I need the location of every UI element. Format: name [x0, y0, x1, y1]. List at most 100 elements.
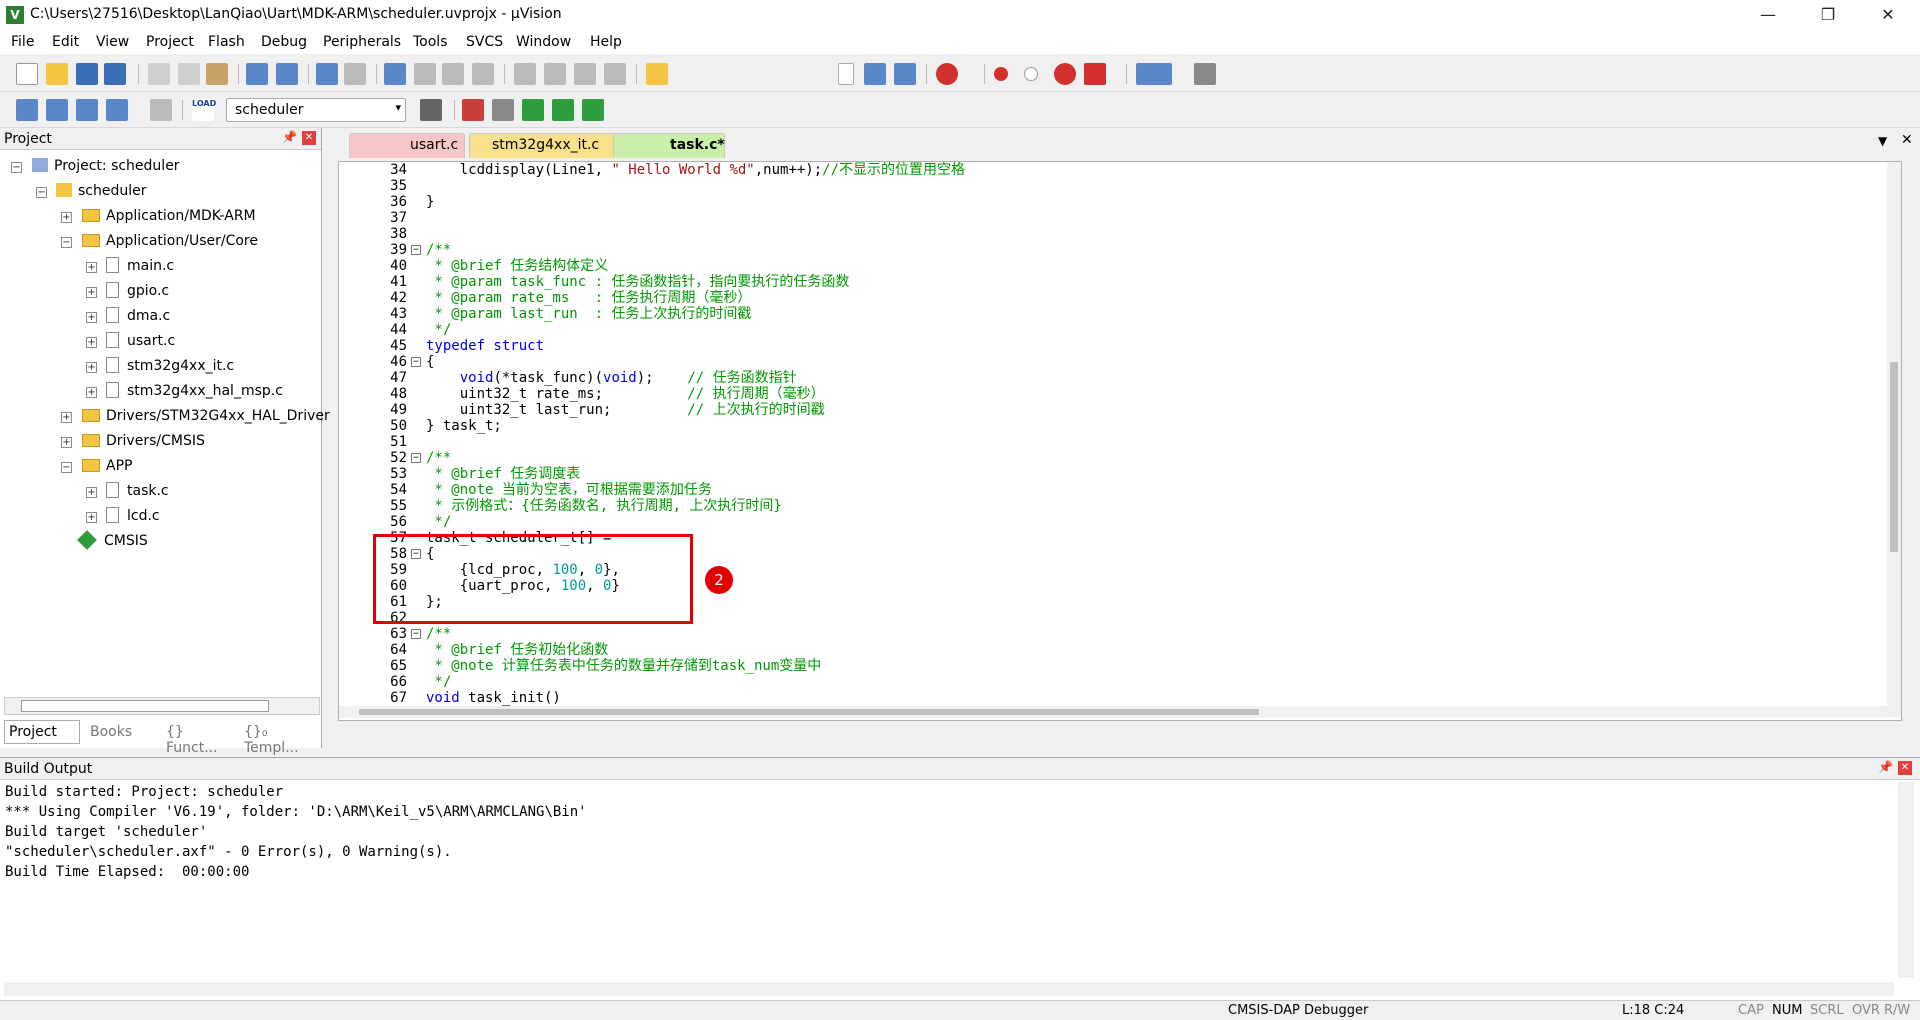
redo-icon[interactable] [276, 63, 298, 85]
close-pane-icon[interactable]: ✕ [1898, 761, 1912, 775]
save-icon[interactable] [76, 63, 98, 85]
indent-icon[interactable] [514, 63, 536, 85]
tab-list-dropdown-icon[interactable]: ▼ [1878, 134, 1887, 148]
tab-project[interactable]: Project [4, 720, 80, 744]
expand-icon[interactable]: + [86, 287, 97, 298]
tree-group-app[interactable]: APP [82, 456, 132, 476]
tree-project-root[interactable]: Project: scheduler [32, 156, 180, 176]
menu-file[interactable]: File [11, 34, 34, 50]
file-extensions-icon[interactable] [492, 99, 514, 121]
close-editor-icon[interactable]: ✕ [1901, 132, 1913, 148]
expand-icon[interactable]: + [86, 362, 97, 373]
tab-task-c[interactable]: task.c* [613, 133, 725, 158]
tree-file-usart[interactable]: usart.c [106, 331, 175, 351]
breakpoint-icon[interactable] [994, 67, 1008, 81]
paste-icon[interactable] [206, 63, 228, 85]
expand-icon[interactable]: + [86, 487, 97, 498]
expand-icon[interactable]: + [86, 312, 97, 323]
configure-icon[interactable] [1194, 63, 1216, 85]
unindent-icon[interactable] [544, 63, 566, 85]
collapse-icon[interactable]: − [61, 462, 72, 473]
pin-icon[interactable]: 📌 [282, 130, 297, 144]
find-combo-dropdown[interactable] [838, 63, 854, 85]
tree-file-it[interactable]: stm32g4xx_it.c [106, 356, 234, 376]
fold-toggle-icon[interactable]: − [411, 629, 421, 639]
window-layout-icon[interactable] [1136, 63, 1172, 85]
project-horizontal-scrollbar[interactable] [4, 697, 320, 715]
editor-horizontal-scrollbar[interactable] [339, 706, 1887, 718]
fold-toggle-icon[interactable]: − [411, 357, 421, 367]
incremental-find-icon[interactable] [894, 63, 916, 85]
menu-debug[interactable]: Debug [261, 34, 307, 50]
next-bookmark-icon[interactable] [442, 63, 464, 85]
uncomment-icon[interactable] [604, 63, 626, 85]
clear-bookmarks-icon[interactable] [472, 63, 494, 85]
rebuild-icon[interactable] [76, 99, 98, 121]
copy-icon[interactable] [178, 63, 200, 85]
cut-icon[interactable] [148, 63, 170, 85]
stop-build-icon[interactable] [150, 99, 172, 121]
menu-tools[interactable]: Tools [413, 34, 448, 50]
menu-flash[interactable]: Flash [208, 34, 245, 50]
navigate-forward-icon[interactable] [344, 63, 366, 85]
tab-stm32g4xx-it-c[interactable]: stm32g4xx_it.c [469, 133, 617, 158]
disable-breakpoint-icon[interactable] [1024, 67, 1038, 81]
rte-icon[interactable] [522, 99, 544, 121]
find-icon[interactable] [864, 63, 886, 85]
collapse-icon[interactable]: − [36, 187, 47, 198]
tree-file-hal-msp[interactable]: stm32g4xx_hal_msp.c [106, 381, 283, 401]
find-in-files-icon[interactable] [646, 63, 668, 85]
collapse-icon[interactable]: − [61, 237, 72, 248]
open-folder-icon[interactable] [46, 63, 68, 85]
tree-group-mdk-arm[interactable]: Application/MDK-ARM [82, 206, 256, 226]
expand-icon[interactable]: + [86, 387, 97, 398]
select-software-packs-icon[interactable] [582, 99, 604, 121]
tree-group-user-core[interactable]: Application/User/Core [82, 231, 258, 251]
batch-build-icon[interactable] [106, 99, 128, 121]
expand-icon[interactable]: + [86, 262, 97, 273]
pin-icon[interactable]: 📌 [1878, 760, 1893, 774]
scrollbar-thumb[interactable] [21, 700, 269, 712]
close-window-button[interactable]: ✕ [1862, 0, 1914, 30]
target-select[interactable]: scheduler ▾ [226, 98, 406, 122]
expand-icon[interactable]: + [86, 337, 97, 348]
breakpoint-settings-icon[interactable] [1084, 63, 1106, 85]
save-all-icon[interactable] [104, 63, 126, 85]
expand-icon[interactable]: + [86, 512, 97, 523]
pack-installer-icon[interactable] [552, 99, 574, 121]
menu-peripherals[interactable]: Peripherals [323, 34, 401, 50]
tab-books[interactable]: Books [86, 722, 158, 744]
new-file-icon[interactable] [16, 63, 38, 85]
menu-edit[interactable]: Edit [52, 34, 79, 50]
build-vertical-scrollbar[interactable] [1898, 782, 1914, 978]
tree-file-task[interactable]: task.c [106, 481, 169, 501]
tree-group-drivers-cmsis[interactable]: Drivers/CMSIS [82, 431, 205, 451]
tree-target[interactable]: scheduler [56, 181, 147, 201]
fold-toggle-icon[interactable]: − [411, 453, 421, 463]
manage-components-icon[interactable] [462, 99, 484, 121]
expand-icon[interactable]: + [61, 212, 72, 223]
navigate-back-icon[interactable] [316, 63, 338, 85]
close-pane-icon[interactable]: ✕ [302, 131, 316, 145]
scrollbar-thumb[interactable] [359, 709, 1259, 715]
menu-help[interactable]: Help [590, 34, 622, 50]
menu-project[interactable]: Project [146, 34, 194, 50]
tree-group-hal-driver[interactable]: Drivers/STM32G4xx_HAL_Driver [82, 406, 330, 426]
tree-file-lcd[interactable]: lcd.c [106, 506, 160, 526]
scrollbar-thumb[interactable] [1890, 362, 1898, 552]
build-icon[interactable] [46, 99, 68, 121]
tab-usart-c[interactable]: usart.c [349, 133, 465, 158]
debug-session-icon[interactable] [936, 63, 958, 85]
translate-icon[interactable] [16, 99, 38, 121]
fold-toggle-icon[interactable]: − [411, 245, 421, 255]
tree-file-dma[interactable]: dma.c [106, 306, 170, 326]
menu-svcs[interactable]: SVCS [466, 34, 503, 50]
menu-window[interactable]: Window [516, 34, 571, 50]
expand-icon[interactable]: + [61, 412, 72, 423]
tab-templates[interactable]: {}₀ Templ... [240, 722, 322, 756]
minimize-button[interactable]: — [1742, 0, 1794, 30]
target-options-icon[interactable] [420, 99, 442, 121]
comment-icon[interactable] [574, 63, 596, 85]
tab-functions[interactable]: {} Funct... [162, 722, 238, 756]
expand-icon[interactable]: + [61, 437, 72, 448]
